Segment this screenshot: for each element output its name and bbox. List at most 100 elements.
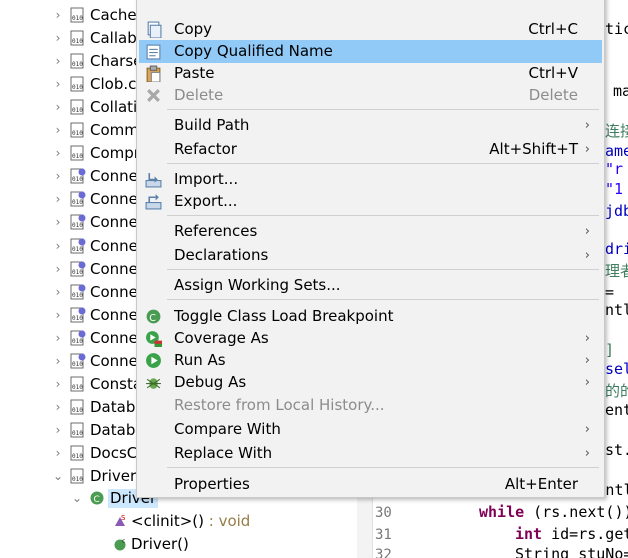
menu-separator: [167, 215, 599, 216]
svg-text:010: 010: [72, 292, 83, 299]
menu-item-debug-as[interactable]: Debug As ›: [139, 371, 602, 394]
code-fragment: "r: [605, 160, 624, 178]
chevron-right-icon[interactable]: ›: [51, 50, 65, 73]
submenu-arrow-icon: ›: [584, 353, 590, 368]
tree-item-label: Conne: [90, 167, 138, 185]
menu-item-copy-qualified-name[interactable]: Copy Qualified Name: [139, 40, 602, 63]
chevron-down-icon[interactable]: ⌄: [51, 465, 65, 488]
code-fragment: dri: [605, 240, 628, 258]
menu-separator: [167, 467, 599, 468]
menu-item-label: Copy Qualified Name: [174, 42, 333, 60]
menu-item-toggle-class-load-breakpoint[interactable]: C Toggle Class Load Breakpoint: [139, 305, 602, 328]
class-file-icon: 010: [70, 145, 84, 161]
svg-text:C: C: [149, 313, 156, 324]
tree-item-label: Driver(): [131, 535, 189, 553]
menu-item-export[interactable]: Export...: [139, 190, 602, 213]
menu-item-coverage-as[interactable]: Coverage As ›: [139, 327, 602, 350]
menu-item-run-as[interactable]: Run As ›: [139, 349, 602, 372]
chevron-right-icon[interactable]: ›: [51, 165, 65, 188]
chevron-right-icon[interactable]: ›: [51, 304, 65, 327]
svg-text:010: 010: [72, 15, 83, 22]
menu-item-label: Import...: [174, 170, 239, 188]
keyword-int: int: [515, 525, 543, 543]
class-file-icon: 010: [70, 261, 86, 277]
menu-item-replace-with[interactable]: Replace With ›: [139, 442, 602, 465]
menu-separator: [167, 299, 599, 300]
submenu-arrow-icon: ›: [584, 331, 590, 346]
chevron-right-icon[interactable]: ›: [51, 188, 65, 211]
menu-item-refactor[interactable]: Refactor Alt+Shift+T ›: [139, 138, 602, 161]
code-text: id=rs.get: [542, 525, 628, 543]
menu-item-compare-with[interactable]: Compare With ›: [139, 418, 602, 441]
tree-item-clinit[interactable]: S <clinit>() : void: [0, 510, 357, 533]
menu-item-declarations[interactable]: Declarations ›: [139, 244, 602, 267]
chevron-right-icon[interactable]: ›: [51, 27, 65, 50]
debug-icon: [146, 378, 161, 389]
chevron-right-icon[interactable]: ›: [51, 419, 65, 442]
chevron-right-icon[interactable]: ›: [51, 258, 65, 281]
menu-item-shortcut: Ctrl+C: [528, 20, 578, 38]
menu-item-import[interactable]: Import...: [139, 168, 602, 191]
chevron-right-icon[interactable]: ›: [51, 96, 65, 119]
chevron-right-icon[interactable]: ›: [51, 211, 65, 234]
chevron-right-icon[interactable]: ›: [51, 350, 65, 373]
menu-item-label: Paste: [174, 64, 215, 82]
chevron-right-icon[interactable]: ›: [51, 327, 65, 350]
code-line-32: String stuNo=: [515, 545, 628, 558]
svg-text:C: C: [94, 495, 100, 505]
svg-text:010: 010: [72, 246, 83, 253]
paste-icon: [146, 65, 161, 82]
chevron-right-icon[interactable]: ›: [51, 119, 65, 142]
tree-item-label: Collati: [90, 98, 138, 116]
menu-item-label: Debug As: [174, 373, 247, 391]
menu-item-label: Refactor: [174, 140, 237, 158]
code-text: (rs.next()): [524, 503, 628, 521]
menu-item-restore-from-local-history: Restore from Local History...: [139, 394, 602, 417]
class-file-icon: 010: [70, 330, 86, 346]
submenu-arrow-icon: ›: [584, 422, 590, 437]
menu-item-cut-off: [139, 0, 602, 4]
chevron-right-icon[interactable]: ›: [51, 373, 65, 396]
chevron-right-icon[interactable]: ›: [51, 281, 65, 304]
code-fragment: jdb: [605, 202, 628, 220]
code-fragment: ame: [605, 142, 628, 160]
tree-item-label: Conne: [90, 329, 138, 347]
svg-text:c: c: [122, 538, 125, 545]
public-method-icon: c: [114, 538, 126, 551]
menu-item-assign-working-sets[interactable]: Assign Working Sets...: [139, 274, 602, 297]
import-icon: [145, 173, 162, 188]
tree-item-label: Conne: [90, 283, 138, 301]
chevron-right-icon[interactable]: ›: [51, 73, 65, 96]
chevron-down-icon[interactable]: ⌄: [70, 487, 84, 510]
menu-item-label: Copy: [174, 20, 213, 38]
chevron-right-icon[interactable]: ›: [51, 235, 65, 258]
tree-item-constructor[interactable]: c Driver(): [0, 533, 357, 556]
svg-text:010: 010: [72, 130, 83, 137]
menu-item-references[interactable]: References ›: [139, 220, 602, 243]
copy-icon: [147, 21, 162, 38]
tree-item-label: Conne: [90, 190, 138, 208]
tree-item-label: Clob.c: [90, 75, 137, 93]
menu-separator: [167, 163, 599, 164]
breakpoint-icon: C: [146, 309, 161, 324]
line-number: 31: [375, 527, 392, 543]
menu-item-label: Replace With: [174, 444, 273, 462]
tree-item-label: Consta: [90, 375, 143, 393]
menu-item-properties[interactable]: Properties Alt+Enter: [139, 473, 602, 496]
chevron-right-icon[interactable]: ›: [51, 442, 65, 465]
menu-item-copy[interactable]: Copy Ctrl+C: [139, 18, 602, 41]
chevron-right-icon[interactable]: ›: [51, 396, 65, 419]
code-fragment: sel: [605, 360, 628, 378]
menu-item-paste[interactable]: Paste Ctrl+V: [139, 62, 602, 85]
menu-item-build-path[interactable]: Build Path ›: [139, 114, 602, 137]
svg-text:010: 010: [72, 222, 83, 229]
tree-item-label: Charse: [90, 52, 143, 70]
svg-text:010: 010: [72, 38, 83, 45]
chevron-right-icon[interactable]: ›: [51, 142, 65, 165]
chevron-right-icon[interactable]: ›: [51, 4, 65, 27]
svg-text:010: 010: [72, 315, 83, 322]
submenu-arrow-icon: ›: [584, 248, 590, 263]
class-file-icon: 010: [70, 191, 86, 207]
svg-text:S: S: [121, 514, 126, 522]
menu-item-label: Coverage As: [174, 329, 269, 347]
